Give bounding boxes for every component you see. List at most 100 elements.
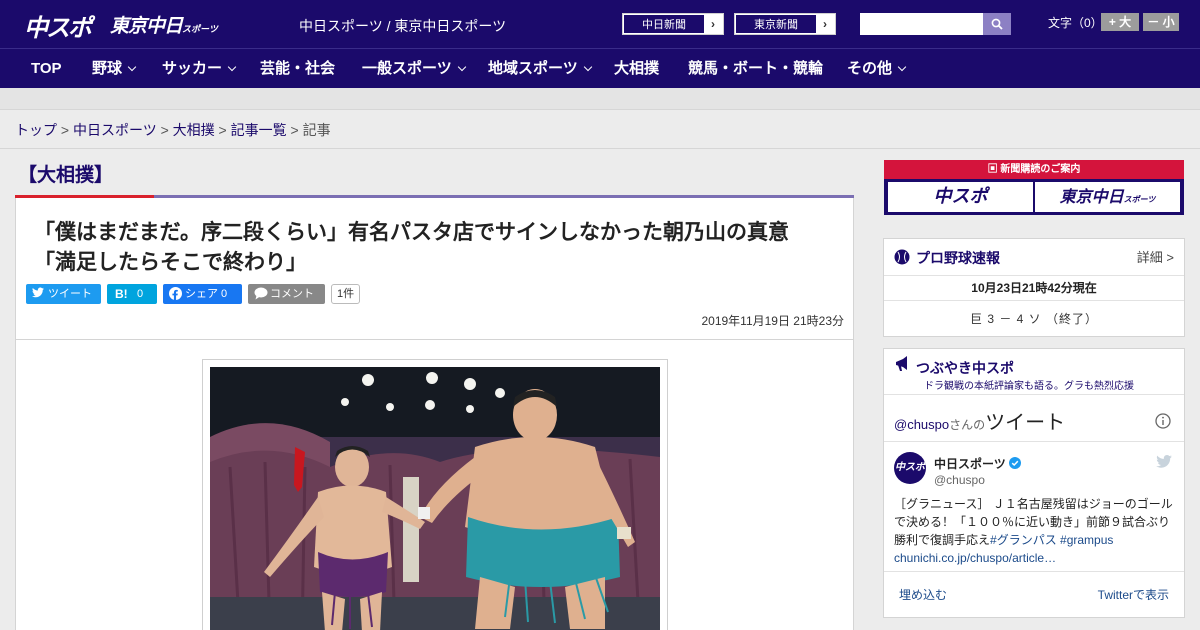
twitter-widget-subtitle: ドラ観戦の本紙評論家も語る。グラも熱烈応援 [924, 381, 1134, 392]
tokyo-chunichi-logo-text: 東京中日 [110, 15, 183, 37]
nav-label: 芸能・社会 [260, 60, 336, 77]
twitter-widget-title: つぶやき中スポ [916, 360, 1014, 376]
chuspo-logo[interactable]: 中スポ [24, 8, 92, 43]
nav-item-soccer[interactable]: サッカー [162, 49, 237, 89]
nav-item-sumo[interactable]: 大相撲 [614, 49, 659, 89]
comment-label: コメント [270, 288, 314, 300]
search-button[interactable] [983, 13, 1011, 35]
font-smaller-button[interactable]: － 小 [1143, 13, 1179, 31]
breadcrumb-sep: > [214, 122, 231, 138]
twitter-bird-icon [32, 287, 44, 301]
top-header: 中スポ 東京中日スポーツ 中日スポーツ / 東京中日スポーツ 中日新聞 › 東京… [0, 0, 1200, 48]
headline-line-1: 「僕はまだまだ。序二段くらい」有名パスタ店でサインしなかった朝乃山の真意 [34, 221, 789, 244]
tweet-line: 勝利で復調手応え#グランパス #grampus [894, 531, 1176, 549]
game-score[interactable]: 巨 3 － 4 ソ （終了） [884, 310, 1184, 327]
baseball-widget-title: プロ野球速報 [916, 250, 1000, 266]
nav-item-entertainment[interactable]: 芸能・社会 [260, 49, 335, 89]
tweet-line: ［グラニュース］ Ｊ１名古屋残留はジョーのゴール [894, 497, 1173, 511]
tweet-button[interactable]: ツイート [26, 284, 101, 304]
embed-link[interactable]: 埋め込む [899, 586, 947, 603]
subscribe-tokyo-chunichi-label: 東京中日 [1059, 187, 1124, 206]
nav-label: 競馬・ボート・競輪 [688, 60, 824, 77]
tokyo-chunichi-logo[interactable]: 東京中日スポーツ [110, 11, 218, 38]
subscribe-tokyo-chunichi-small: スポーツ [1123, 195, 1156, 204]
twitter-handle-big: ツイート [985, 412, 1066, 434]
chevron-down-icon [127, 62, 137, 72]
nav-item-other[interactable]: その他 [847, 49, 907, 89]
tweet-account-user[interactable]: @chuspo [934, 473, 985, 487]
tokyo-chunichi-logo-small: スポーツ [182, 25, 218, 35]
chunichi-shimbun-label: 中日新聞 [623, 14, 705, 34]
breadcrumb-top[interactable]: トップ [15, 122, 57, 138]
nav-item-keiba[interactable]: 競馬・ボート・競輪 [688, 49, 823, 89]
facebook-icon [169, 287, 182, 303]
twitter-bird-icon[interactable] [1156, 455, 1172, 468]
twitter-timeline-header[interactable]: @chuspoさんのツイート [894, 406, 1065, 435]
article-date: 2019年11月19日 21時23分 [701, 314, 844, 328]
chunichi-shimbun-link[interactable]: 中日新聞 › [622, 13, 724, 35]
twitter-handle-mid: さんの [949, 418, 986, 432]
tweet-account-name[interactable]: 中日スポーツ [934, 455, 1022, 472]
breadcrumb-current: 記事 [302, 122, 331, 138]
nav-label: その他 [847, 60, 893, 77]
category-title: 【大相撲】 [18, 165, 114, 186]
breadcrumb-sumo[interactable]: 大相撲 [173, 122, 215, 138]
main-nav: TOP 野球 サッカー 芸能・社会 一般スポーツ 地域スポーツ 大相撲 競馬・ボ… [0, 48, 1200, 88]
twitter-handle: @chuspo [894, 417, 950, 432]
divider [884, 441, 1184, 442]
nav-item-top[interactable]: TOP [31, 49, 62, 89]
comment-button[interactable]: コメント [248, 284, 325, 304]
speech-bubble-icon [254, 287, 268, 303]
breadcrumb-sep: > [156, 122, 173, 138]
tweet-link[interactable]: chunichi.co.jp/chuspo/article… [894, 549, 1176, 567]
baseball-score-widget: プロ野球速報 詳細 > 10月23日21時42分現在 巨 3 － 4 ソ （終了… [883, 238, 1185, 337]
chevron-down-icon [583, 62, 592, 72]
comment-count-badge[interactable]: 1件 [331, 284, 361, 304]
nav-item-baseball[interactable]: 野球 [92, 49, 137, 89]
subscribe-tokyo-chunichi-button[interactable]: 東京中日スポーツ [1035, 182, 1180, 212]
chevron-down-icon [897, 62, 907, 72]
hatena-bookmark-button[interactable]: B! 0 [107, 284, 157, 304]
chuspo-avatar[interactable]: 中スポ [894, 452, 926, 484]
tweet-account-name-text: 中日スポーツ [934, 457, 1006, 471]
hatena-count: 0 [137, 288, 144, 300]
nav-item-local-sports[interactable]: 地域スポーツ [488, 49, 592, 89]
nav-label: サッカー [162, 60, 223, 77]
nav-label: 大相撲 [614, 60, 660, 77]
newspaper-icon: ▣ [987, 164, 1001, 175]
view-on-twitter-link[interactable]: Twitterで表示 [1098, 586, 1169, 603]
nav-label: 野球 [92, 60, 123, 77]
baseball-detail-link[interactable]: 詳細 > [1137, 247, 1174, 266]
headline-line-2: 「満足したらそこで終わり」 [34, 251, 307, 274]
breadcrumb-chunichi-sports[interactable]: 中日スポーツ [73, 122, 157, 138]
nav-item-general-sports[interactable]: 一般スポーツ [362, 49, 466, 89]
divider [884, 300, 1184, 301]
tweet-text-part: 勝利で復調手応え [894, 533, 991, 547]
subscription-title-text: 新聞購読のご案内 [1000, 164, 1081, 175]
font-bigger-button[interactable]: + 大 [1101, 13, 1139, 31]
breadcrumb-sep: > [57, 122, 73, 138]
divider [0, 148, 1200, 149]
tweet-hashtags[interactable]: #グランパス #grampus [990, 533, 1113, 547]
tokyo-shimbun-link[interactable]: 東京新聞 › [734, 13, 836, 35]
article-photo[interactable] [210, 367, 660, 630]
baseball-icon [894, 249, 910, 265]
search-icon [991, 18, 1003, 30]
score-timestamp: 10月23日21時42分現在 [971, 281, 1097, 295]
search-input[interactable] [860, 13, 983, 35]
hatena-b-icon: B! [115, 287, 128, 301]
tweet-label: ツイート [48, 288, 92, 300]
divider [884, 275, 1184, 276]
tweet-text[interactable]: ［グラニュース］ Ｊ１名古屋残留はジョーのゴール で決める！「１００％に近い動き… [894, 495, 1176, 567]
breadcrumb-article-list[interactable]: 記事一覧 [231, 122, 287, 138]
sumo-wrestlers-photo [210, 367, 660, 630]
subscription-banner[interactable]: ▣ 新聞購読のご案内 中スポ 東京中日スポーツ [884, 160, 1184, 215]
nav-label: 一般スポーツ [362, 60, 452, 77]
nav-label: TOP [31, 60, 62, 77]
info-icon[interactable] [1155, 413, 1171, 429]
header-strip [0, 88, 1200, 110]
subscribe-chuspo-button[interactable]: 中スポ [888, 182, 1033, 212]
breadcrumb: トップ > 中日スポーツ > 大相撲 > 記事一覧 > 記事 [15, 120, 331, 140]
facebook-share-label: シェア 0 [185, 288, 228, 300]
facebook-share-button[interactable]: シェア 0 [163, 284, 242, 304]
